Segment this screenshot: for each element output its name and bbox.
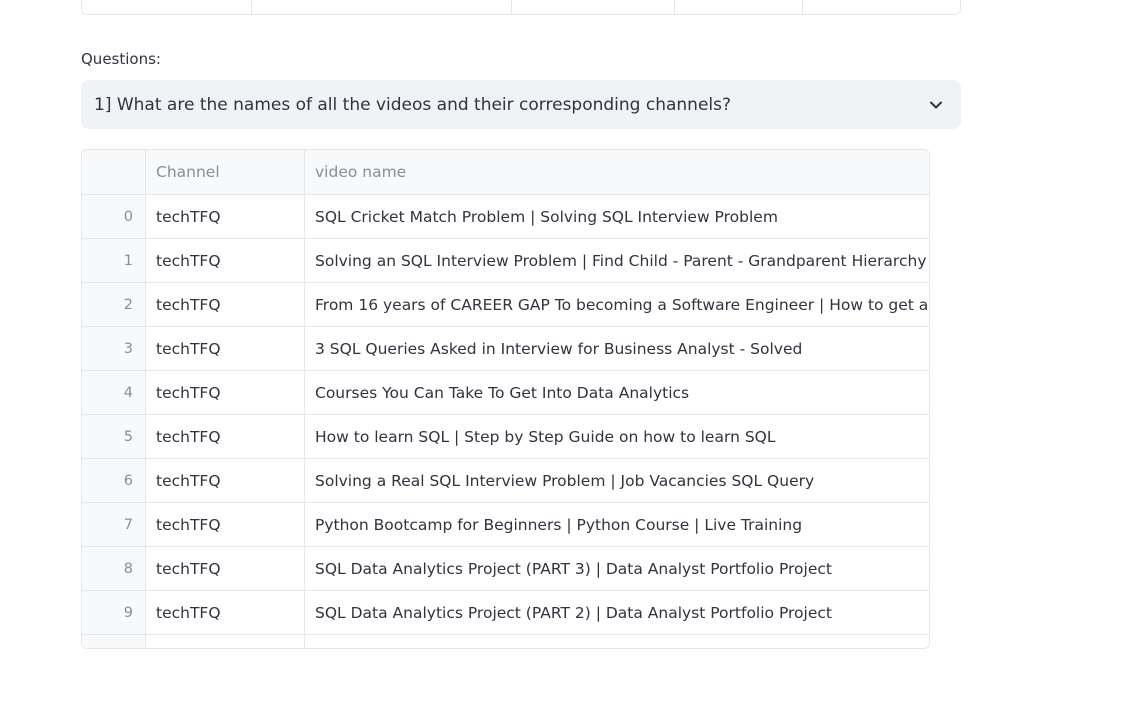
cell-video-name[interactable]: How to learn SQL | Step by Step Guide on… <box>305 415 929 458</box>
cell-channel[interactable]: techTFQ <box>146 591 305 634</box>
questions-select-value: 1] What are the names of all the videos … <box>94 94 732 115</box>
cell-video-name[interactable]: SQL Data Analytics Project (PART 3) | Da… <box>305 547 929 590</box>
chevron-down-icon[interactable] <box>929 98 943 112</box>
row-index: 6 <box>82 459 146 502</box>
column-divider <box>511 0 512 14</box>
table-row[interactable]: 7 techTFQ Python Bootcamp for Beginners | … <box>82 503 929 547</box>
cell-channel[interactable]: techTFQ <box>146 239 305 282</box>
column-divider <box>674 0 675 14</box>
cell-video-name[interactable]: From 16 years of CAREER GAP To becoming … <box>305 283 929 326</box>
index-header <box>82 150 146 194</box>
questions-select[interactable]: 1] What are the names of all the videos … <box>81 80 961 129</box>
previous-dataframe <box>81 0 961 15</box>
cell-video-name[interactable]: Solving a Real SQL Interview Problem | J… <box>305 459 929 502</box>
table-header: Channel video name <box>82 150 929 195</box>
table-row[interactable]: 9 techTFQ SQL Data Analytics Project (PART… <box>82 591 929 635</box>
row-index: 4 <box>82 371 146 414</box>
questions-label: Questions: <box>81 50 161 68</box>
column-header-channel[interactable]: Channel <box>146 150 305 194</box>
row-index: 3 <box>82 327 146 370</box>
cell-channel[interactable]: techTFQ <box>146 547 305 590</box>
row-index: 1 <box>82 239 146 282</box>
cell-channel[interactable]: techTFQ <box>146 327 305 370</box>
cell-channel[interactable]: techTFQ <box>146 503 305 546</box>
cell-channel[interactable]: techTFQ <box>146 415 305 458</box>
table-row[interactable]: 5 techTFQ How to learn SQL | Step by Step … <box>82 415 929 459</box>
cell-video-name[interactable]: SQL Data Analytics Project (PART 1) | Da… <box>305 635 929 649</box>
table-row[interactable]: 4 techTFQ Courses You Can Take To Get Into… <box>82 371 929 415</box>
table-row[interactable]: 8 techTFQ SQL Data Analytics Project (PART… <box>82 547 929 591</box>
column-header-video-name[interactable]: video name <box>305 150 929 194</box>
table-row[interactable]: 1 techTFQ Solving an SQL Interview Problem… <box>82 239 929 283</box>
row-index: 10 <box>82 635 146 648</box>
table-row[interactable]: 0 techTFQ SQL Cricket Match Problem | Solv… <box>82 195 929 239</box>
cell-channel[interactable]: techTFQ <box>146 283 305 326</box>
cell-video-name[interactable]: Python Bootcamp for Beginners | Python C… <box>305 503 929 546</box>
table-row[interactable]: 6 techTFQ Solving a Real SQL Interview Pro… <box>82 459 929 503</box>
cell-video-name[interactable]: SQL Data Analytics Project (PART 2) | Da… <box>305 591 929 634</box>
column-divider <box>802 0 803 14</box>
cell-channel[interactable]: techTFQ <box>146 459 305 502</box>
column-divider <box>251 0 252 14</box>
row-index: 2 <box>82 283 146 326</box>
cell-channel[interactable]: techTFQ <box>146 635 305 648</box>
cell-channel[interactable]: techTFQ <box>146 195 305 238</box>
cell-channel[interactable]: techTFQ <box>146 371 305 414</box>
row-index: 9 <box>82 591 146 634</box>
row-index: 7 <box>82 503 146 546</box>
videos-dataframe[interactable]: Channel video name 0 techTFQ SQL Cricket M… <box>81 149 930 649</box>
row-index: 8 <box>82 547 146 590</box>
cell-video-name[interactable]: Solving an SQL Interview Problem | Find … <box>305 239 929 282</box>
cell-video-name[interactable]: 3 SQL Queries Asked in Interview for Bus… <box>305 327 929 370</box>
table-row[interactable]: 10techTFQSQL Data Analytics Project (PAR… <box>82 635 929 649</box>
table-row[interactable]: 2 techTFQ From 16 years of CAREER GAP To b… <box>82 283 929 327</box>
row-index: 5 <box>82 415 146 458</box>
row-index: 0 <box>82 195 146 238</box>
table-row[interactable]: 3 techTFQ 3 SQL Queries Asked in Interview… <box>82 327 929 371</box>
cell-video-name[interactable]: SQL Cricket Match Problem | Solving SQL … <box>305 195 929 238</box>
cell-video-name[interactable]: Courses You Can Take To Get Into Data An… <box>305 371 929 414</box>
